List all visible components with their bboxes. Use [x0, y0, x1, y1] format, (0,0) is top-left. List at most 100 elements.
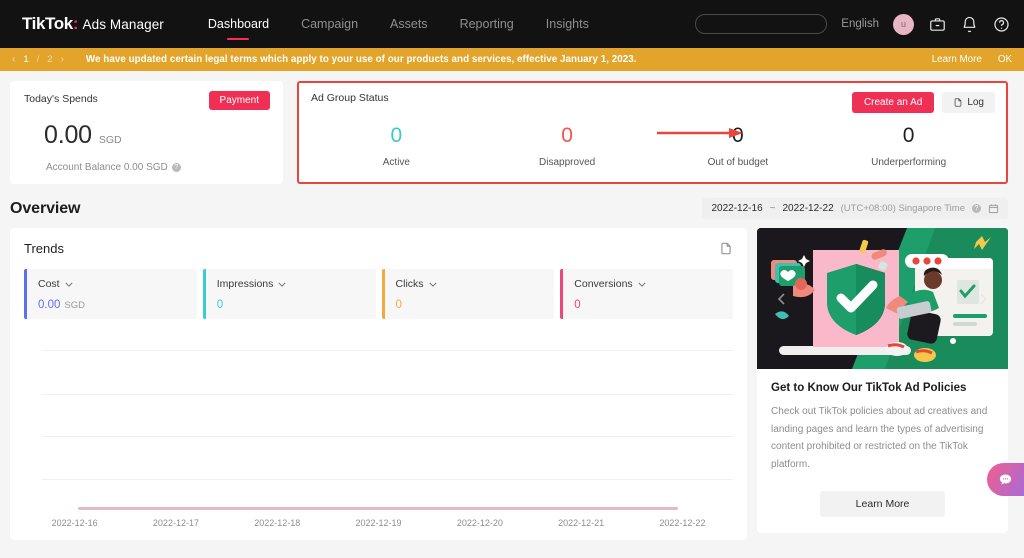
metric-cards: Cost 0.00 SGD Impressions 0	[24, 269, 733, 319]
spends-currency: SGD	[99, 134, 122, 146]
nav-item-dashboard[interactable]: Dashboard	[208, 0, 269, 48]
promo-description: Check out TikTok policies about ad creat…	[771, 403, 994, 473]
metric-cost-unit: SGD	[64, 300, 85, 311]
language-selector[interactable]: English	[841, 18, 879, 30]
metric-impressions-value: 0	[217, 299, 223, 311]
account-balance-row: Account Balance 0.00 SGD ?	[46, 162, 269, 173]
banner-message: We have updated certain legal terms whic…	[86, 54, 637, 65]
help-icon[interactable]	[992, 15, 1010, 33]
chevron-down-icon[interactable]	[278, 282, 286, 287]
bell-icon[interactable]	[960, 15, 978, 33]
metric-cost-value: 0.00	[38, 299, 60, 311]
spends-amount-group: 0.00 SGD	[44, 121, 269, 150]
brand-subtitle: Ads Manager	[83, 17, 164, 32]
banner-learn-more-link[interactable]: Learn More	[932, 54, 982, 65]
banner-page-total: 2	[47, 54, 52, 65]
chart-x-tick: 2022-12-20	[429, 518, 530, 528]
promo-card: Get to Know Our TikTok Ad Policies Check…	[757, 228, 1008, 533]
learn-more-button[interactable]: Learn More	[820, 491, 946, 517]
payment-button[interactable]: Payment	[209, 91, 270, 110]
export-icon[interactable]	[719, 241, 733, 256]
date-range-picker[interactable]: 2022-12-16 ~ 2022-12-22 (UTC+08:00) Sing…	[702, 198, 1008, 219]
todays-spends-card: Today's Spends Payment 0.00 SGD Account …	[10, 81, 283, 184]
dashboard-page: TikTok : Ads Manager Dashboard Campaign …	[0, 0, 1024, 558]
chart-gridline	[42, 350, 733, 351]
banner-actions: Learn More OK	[932, 54, 1012, 65]
top-navigation-bar: TikTok : Ads Manager Dashboard Campaign …	[0, 0, 1024, 48]
nav-right-group: English u	[695, 0, 1010, 48]
status-value-disapproved: 0	[561, 125, 573, 146]
status-label-underperforming: Underperforming	[871, 157, 946, 168]
chart-gridline	[42, 436, 733, 437]
document-icon	[953, 97, 963, 108]
metric-impressions-name: Impressions	[217, 278, 274, 290]
info-icon[interactable]: ?	[172, 163, 181, 172]
nav-item-assets[interactable]: Assets	[390, 0, 428, 48]
trends-title: Trends	[24, 241, 64, 256]
promo-title: Get to Know Our TikTok Ad Policies	[771, 382, 994, 394]
overview-header-row: Overview 2022-12-16 ~ 2022-12-22 (UTC+08…	[0, 184, 1024, 228]
metric-card-impressions[interactable]: Impressions 0	[203, 269, 376, 319]
banner-ok-button[interactable]: OK	[998, 54, 1012, 65]
chart-gridline	[42, 394, 733, 395]
metric-cost-name: Cost	[38, 278, 60, 290]
banner-prev-icon[interactable]: ‹	[12, 54, 15, 65]
trends-header: Trends	[24, 241, 733, 256]
trends-chart: 2022-12-16 2022-12-17 2022-12-18 2022-12…	[24, 336, 733, 504]
log-button[interactable]: Log	[942, 92, 995, 113]
search-input[interactable]	[695, 14, 827, 34]
chart-x-tick: 2022-12-19	[328, 518, 429, 528]
status-cell-underperforming[interactable]: 0 Underperforming	[823, 125, 994, 168]
brand-colon: :	[73, 14, 79, 34]
summary-cards-row: Today's Spends Payment 0.00 SGD Account …	[0, 71, 1024, 184]
chat-support-button[interactable]	[987, 463, 1024, 496]
metric-conversions-name: Conversions	[574, 278, 632, 290]
status-card-actions: Create an Ad Log	[852, 92, 995, 113]
status-value-active: 0	[391, 125, 403, 146]
chart-x-tick: 2022-12-18	[227, 518, 328, 528]
banner-page-separator: /	[37, 54, 40, 65]
chart-horizontal-scrollbar[interactable]	[78, 507, 678, 510]
main-nav-items: Dashboard Campaign Assets Reporting Insi…	[208, 0, 589, 48]
metric-clicks-name: Clicks	[396, 278, 424, 290]
chart-x-tick: 2022-12-22	[632, 518, 733, 528]
metric-cost-header: Cost	[38, 278, 186, 290]
avatar[interactable]: u	[893, 14, 914, 35]
status-cell-active[interactable]: 0 Active	[311, 125, 482, 168]
metric-clicks-value: 0	[396, 299, 402, 311]
metric-card-clicks[interactable]: Clicks 0	[382, 269, 555, 319]
ad-policies-illustration-icon	[757, 228, 1008, 369]
date-range-start: 2022-12-16	[711, 203, 762, 214]
chart-x-axis: 2022-12-16 2022-12-17 2022-12-18 2022-12…	[24, 518, 733, 528]
banner-page-current: 1	[23, 54, 28, 65]
chevron-down-icon[interactable]	[429, 282, 437, 287]
timezone-info-icon[interactable]: ?	[972, 204, 981, 213]
status-value-out-of-budget: 0	[732, 125, 744, 146]
legal-notice-banner: ‹ 1 / 2 › We have updated certain legal …	[0, 48, 1024, 71]
chat-bubble-icon	[998, 472, 1013, 487]
nav-item-reporting[interactable]: Reporting	[460, 0, 514, 48]
briefcase-icon[interactable]	[928, 15, 946, 33]
chevron-down-icon[interactable]	[638, 282, 646, 287]
calendar-icon[interactable]	[988, 203, 999, 214]
ad-group-status-card: Ad Group Status Create an Ad Log 0 Activ…	[297, 81, 1008, 184]
chart-gridline	[42, 479, 733, 480]
chart-x-tick: 2022-12-21	[530, 518, 631, 528]
trends-panel: Trends Cost 0.00 SGD	[10, 228, 747, 540]
spends-amount: 0.00	[44, 121, 92, 150]
nav-item-campaign[interactable]: Campaign	[301, 0, 358, 48]
brand-logo[interactable]: TikTok : Ads Manager	[22, 14, 164, 34]
chevron-down-icon[interactable]	[65, 282, 73, 287]
status-label-active: Active	[383, 157, 410, 168]
create-an-ad-button[interactable]: Create an Ad	[852, 92, 934, 113]
metric-conversions-value: 0	[574, 299, 580, 311]
metric-card-cost[interactable]: Cost 0.00 SGD	[24, 269, 197, 319]
metric-conversions-value-row: 0	[574, 299, 722, 311]
status-cell-out-of-budget[interactable]: 0 Out of budget	[653, 125, 824, 168]
status-cell-disapproved[interactable]: 0 Disapproved	[482, 125, 653, 168]
status-metrics-grid: 0 Active 0 Disapproved 0 Out of budget 0…	[311, 125, 994, 168]
metric-card-conversions[interactable]: Conversions 0	[560, 269, 733, 319]
banner-next-icon[interactable]: ›	[61, 54, 64, 65]
nav-item-insights[interactable]: Insights	[546, 0, 589, 48]
metric-clicks-value-row: 0	[396, 299, 544, 311]
